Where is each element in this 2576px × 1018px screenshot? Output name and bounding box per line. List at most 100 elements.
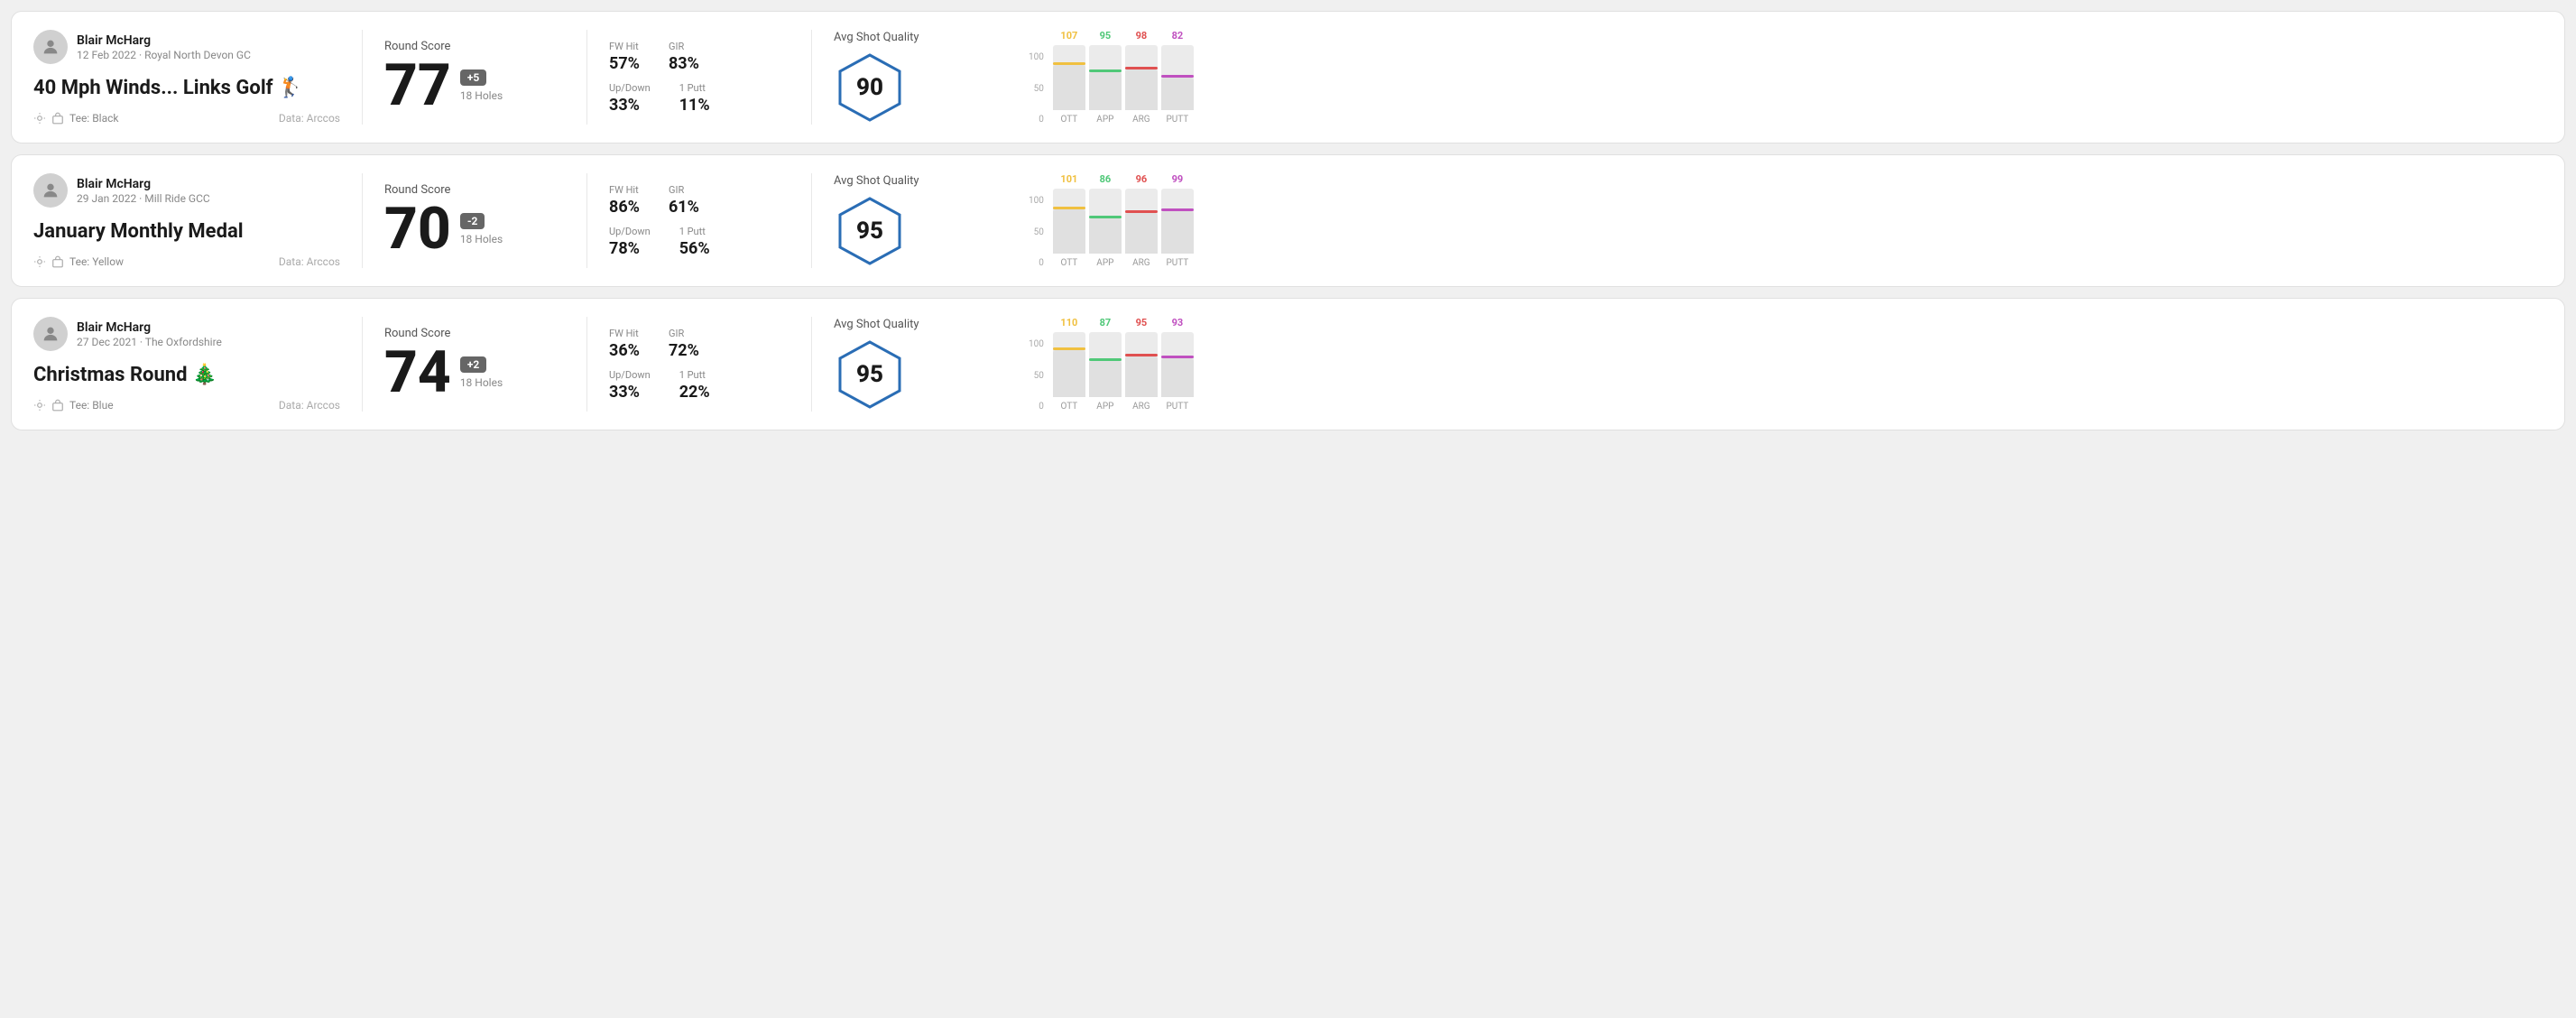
bar-line (1053, 347, 1085, 350)
stat-gir: GIR 72% (669, 328, 699, 360)
avatar (33, 317, 68, 351)
chart-col: 93 PUTT (1161, 317, 1194, 412)
divider (811, 30, 812, 125)
weather-icon (33, 255, 46, 268)
bar-label: ARG (1132, 115, 1150, 125)
stats-row-1: FW Hit86%GIR61% (609, 184, 789, 217)
stat-oneputt: 1 Putt11% (679, 82, 710, 115)
chart-col: 110 OTT (1053, 317, 1085, 412)
round-card: Blair McHarg12 Feb 2022 · Royal North De… (11, 11, 2565, 143)
bar-line (1053, 207, 1085, 209)
bar-line (1125, 210, 1158, 213)
quality-score: 90 (856, 74, 883, 101)
user-date: 27 Dec 2021 · The Oxfordshire (77, 336, 222, 348)
chart-section: 100500107OTT95APP98ARG82PUTT (1014, 30, 2543, 125)
quality-score: 95 (856, 361, 883, 388)
score-main: 70-218 Holes (384, 200, 565, 258)
divider (362, 317, 363, 412)
stat-gir-value: 72% (669, 341, 699, 360)
stat-gir: GIR83% (669, 41, 699, 73)
bar-value: 82 (1172, 30, 1184, 42)
score-badge-wrap: +2 18 Holes (460, 356, 503, 389)
data-source: Data: Arccos (279, 399, 340, 412)
stat-gir-label: GIR (669, 41, 699, 52)
bar-value: 95 (1136, 317, 1148, 329)
stat-updown-label: Up/Down (609, 226, 651, 237)
stat-gir-label: GIR (669, 184, 699, 196)
bag-icon (51, 255, 64, 268)
stats-row-2: Up/Down33%1 Putt11% (609, 82, 789, 115)
bar-line (1125, 354, 1158, 356)
hexagon: 95 (834, 195, 906, 267)
bar-fill (1161, 78, 1194, 110)
bar-label: PUTT (1166, 402, 1188, 412)
bar-label: ARG (1132, 402, 1150, 412)
card-footer: Tee: Yellow Data: Arccos (33, 255, 340, 268)
bar-fill (1125, 213, 1158, 254)
divider (362, 173, 363, 268)
hexagon: 90 (834, 51, 906, 124)
y-label: 0 (1039, 258, 1044, 268)
y-label: 100 (1029, 196, 1044, 206)
stat-updown-label: Up/Down (609, 82, 651, 94)
round-card: Blair McHarg29 Jan 2022 · Mill Ride GCCJ… (11, 154, 2565, 287)
bar-fill (1161, 211, 1194, 254)
user-info: Blair McHarg12 Feb 2022 · Royal North De… (33, 30, 340, 64)
avatar (33, 173, 68, 208)
chart-y-labels: 100500 (1029, 339, 1044, 412)
chart-col: 96ARG (1125, 173, 1158, 268)
score-holes: 18 Holes (460, 376, 503, 389)
chart-col: 87APP (1089, 317, 1122, 412)
stat-fw-hit: FW Hit36% (609, 328, 640, 360)
stat-oneputt-value: 56% (679, 239, 710, 258)
bar-value: 98 (1136, 30, 1148, 42)
bar-container (1089, 332, 1122, 397)
bar-container (1125, 45, 1158, 110)
tee-info: Tee: Yellow (33, 255, 124, 268)
chart-y-labels: 100500 (1029, 196, 1044, 268)
bar-label: APP (1096, 258, 1113, 268)
weather-icon (33, 399, 46, 412)
bar-line (1161, 208, 1194, 211)
stat-oneputt: 1 Putt22% (679, 369, 710, 402)
bar-fill (1053, 350, 1085, 397)
score-number: 77 (384, 57, 451, 115)
bar-value: 110 (1060, 317, 1077, 329)
stats-row-1: FW Hit57%GIR83% (609, 41, 789, 73)
bar-line (1161, 356, 1194, 358)
user-name: Blair McHarg (77, 33, 251, 48)
stat-oneputt-label: 1 Putt (679, 226, 710, 237)
divider (586, 173, 587, 268)
bar-container (1053, 332, 1085, 397)
bar-line (1053, 62, 1085, 65)
score-badge: +5 (460, 69, 486, 86)
stat-gir-label: GIR (669, 328, 699, 339)
y-label: 50 (1034, 84, 1044, 94)
score-section: Round Score70-218 Holes (384, 173, 565, 268)
bag-icon (51, 112, 64, 125)
stat-oneputt-value: 11% (679, 96, 710, 115)
user-name: Blair McHarg (77, 177, 210, 191)
user-date: 12 Feb 2022 · Royal North Devon GC (77, 49, 251, 61)
bar-container (1161, 189, 1194, 254)
bar-container (1053, 189, 1085, 254)
hexagon-wrap: 95 (834, 195, 906, 267)
card-footer: Tee: Blue Data: Arccos (33, 399, 340, 412)
bar-value: 101 (1060, 173, 1077, 185)
stats-row-2: Up/Down78%1 Putt56% (609, 226, 789, 258)
chart-col: 82PUTT (1161, 30, 1194, 125)
data-source: Data: Arccos (279, 112, 340, 125)
bar-label: OTT (1060, 402, 1077, 412)
hexagon-wrap: 90 (834, 51, 906, 124)
chart-col: 95APP (1089, 30, 1122, 125)
user-name: Blair McHarg (77, 320, 222, 335)
stat-fw-hit-label: FW Hit (609, 184, 640, 196)
stat-fw-hit: FW Hit86% (609, 184, 640, 217)
quality-section: Avg Shot Quality 90 (834, 30, 1014, 125)
score-badge: +2 (460, 356, 486, 373)
score-section: Round Score77+518 Holes (384, 30, 565, 125)
bar-container (1089, 189, 1122, 254)
bar-label: ARG (1132, 258, 1150, 268)
quality-label: Avg Shot Quality (834, 174, 919, 188)
bar-value: 93 (1172, 317, 1184, 329)
